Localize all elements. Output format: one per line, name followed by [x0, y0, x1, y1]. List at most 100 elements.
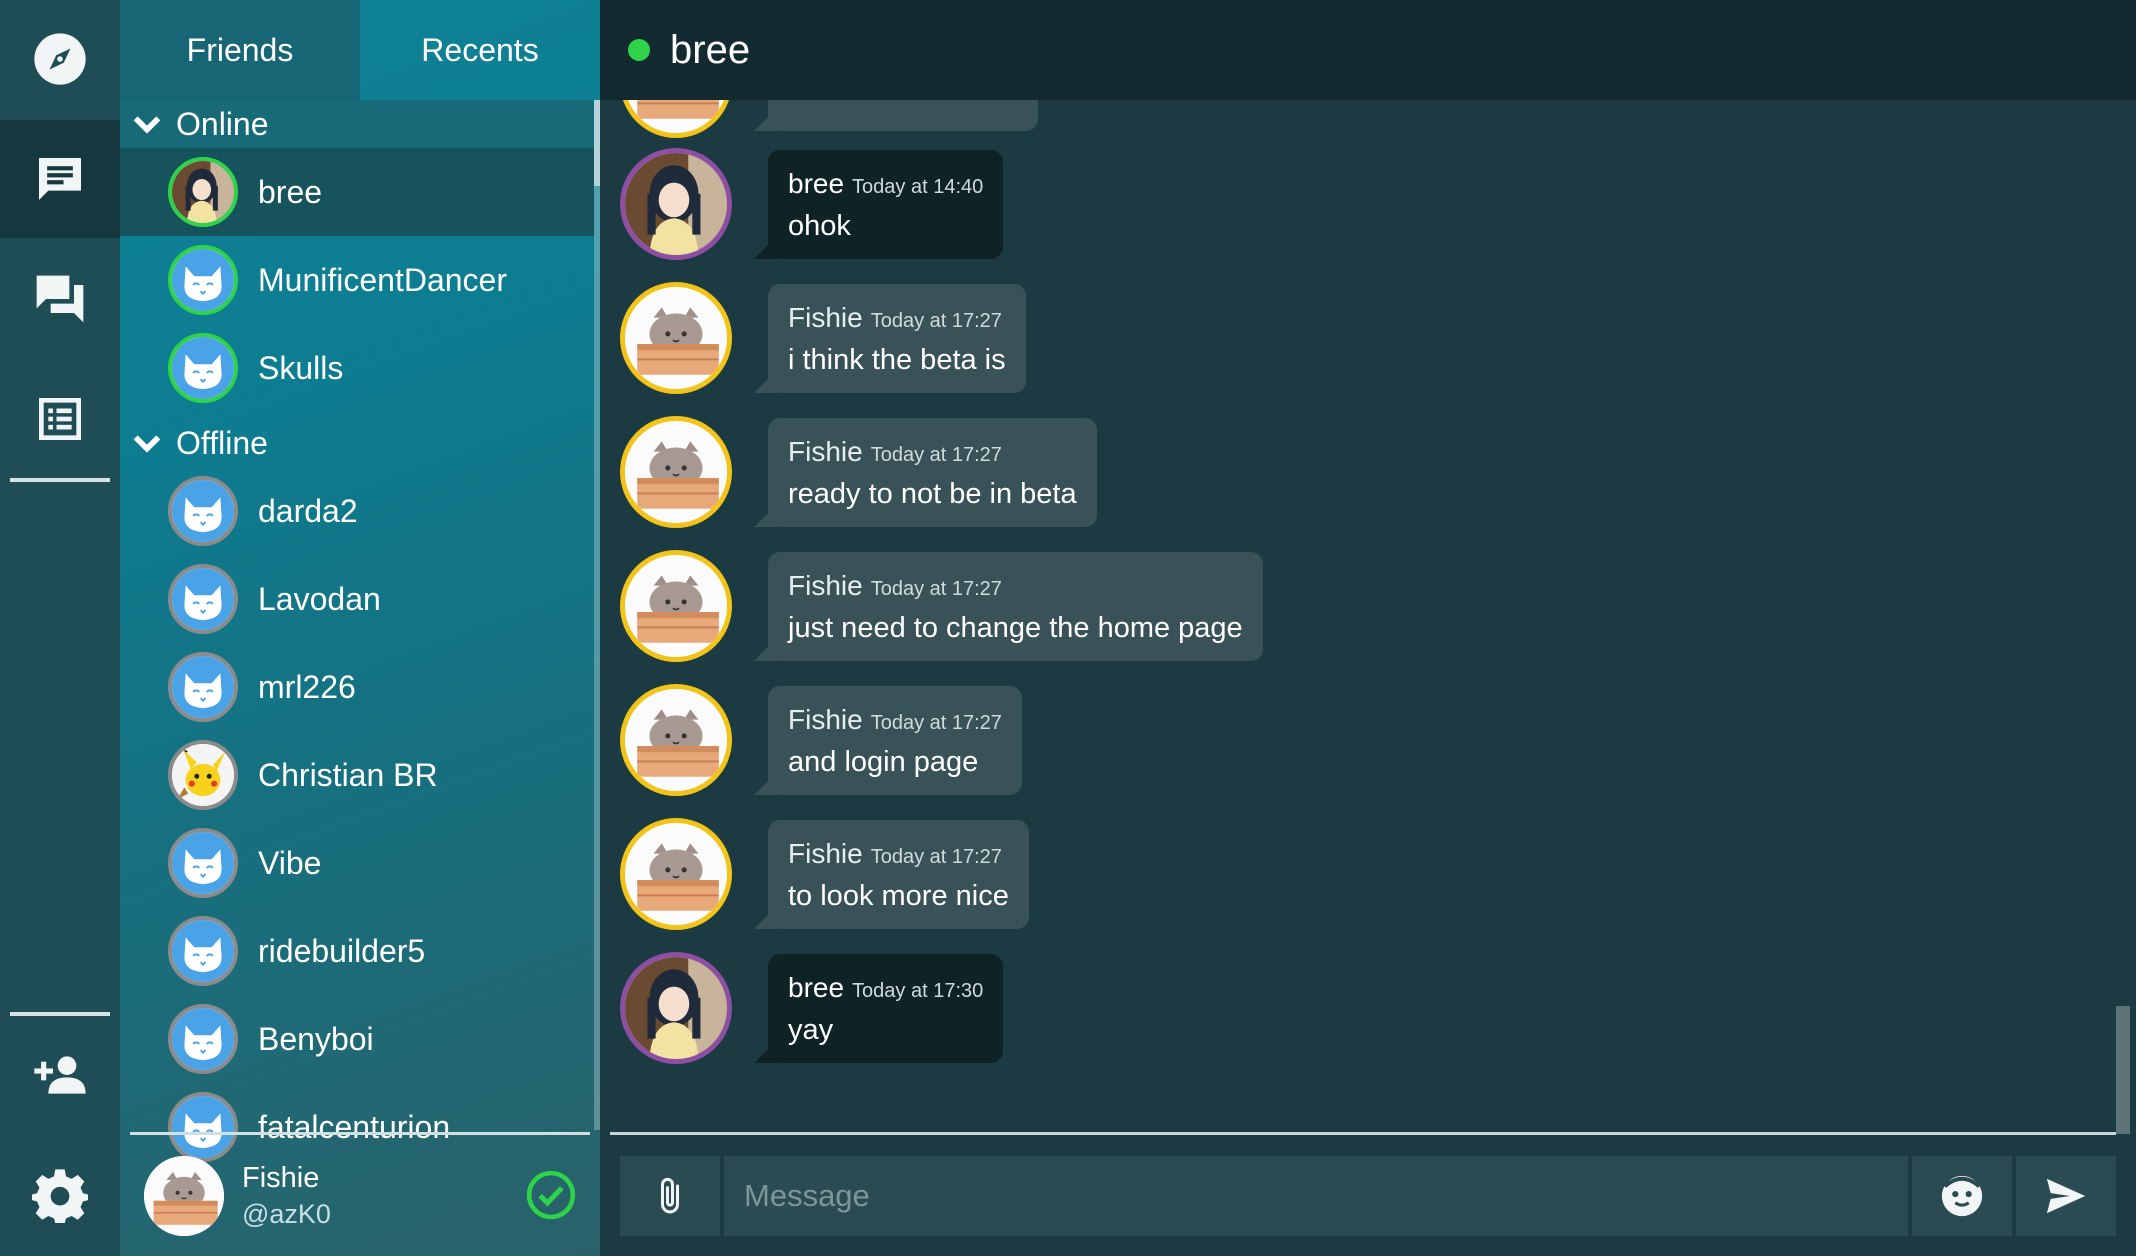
message-timestamp: Today at 17:27: [870, 845, 1002, 868]
avatar: [620, 148, 732, 260]
paperclip-icon: [661, 1177, 679, 1214]
compass-icon: [34, 33, 86, 85]
current-user-name: Fishie: [242, 1162, 320, 1194]
message-bubble: bree Today at 17:30 yay: [753, 953, 1004, 1063]
gear-icon: [32, 1169, 88, 1223]
send-button[interactable]: [2016, 1156, 2116, 1236]
avatar: [620, 282, 732, 394]
avatar: [620, 550, 732, 662]
friend-name: Christian BR: [258, 756, 438, 793]
message-author: bree: [788, 167, 845, 199]
message-timestamp: Today at 17:27: [870, 577, 1002, 600]
avatar: [620, 100, 732, 138]
offline-section-header[interactable]: Offline: [120, 419, 594, 467]
online-section-label: Online: [176, 105, 269, 142]
avatar: [168, 157, 238, 227]
avatar: [168, 828, 238, 898]
chat-app: Friends Recents Online bree MunificentDa…: [0, 0, 2136, 1256]
message-timestamp: Today at 14:40: [852, 175, 984, 198]
message-timestamp: Today at 17:27: [870, 309, 1002, 332]
friend-name: darda2: [258, 492, 358, 529]
message-text: ready to not be in beta: [788, 477, 1077, 510]
chat-scrollbar[interactable]: [2116, 100, 2136, 1134]
message: bree Today at 17:30 yay: [620, 952, 1004, 1064]
friend-item-ridebuilder5[interactable]: ridebuilder5: [120, 907, 594, 995]
chat-title: bree: [670, 27, 751, 72]
add-friend-button[interactable]: [0, 1016, 120, 1134]
friend-name: mrl226: [258, 668, 356, 705]
chat-header: bree: [600, 0, 2136, 100]
friend-name: Benyboi: [258, 1020, 374, 1057]
friend-name: MunificentDancer: [258, 261, 507, 298]
message: Fishie Today at 17:27 i think the beta is: [620, 282, 1026, 394]
composer-divider: [610, 1132, 2116, 1135]
emoji-button[interactable]: [1912, 1156, 2012, 1236]
explore-button[interactable]: [0, 0, 120, 118]
message-bubble: bree Today at 14:40 ohok: [753, 149, 1004, 259]
avatar: [620, 952, 732, 1064]
message: Fishie Today at 17:27 ready to not be in …: [620, 416, 1097, 528]
offline-section-label: Offline: [176, 424, 268, 461]
panel-divider: [130, 1132, 590, 1135]
friend-item-munificentdancer[interactable]: MunificentDancer: [120, 236, 594, 324]
message-text: yay: [788, 1013, 834, 1046]
nav-rail: [0, 0, 120, 1256]
current-user[interactable]: Fishie @azK0: [120, 1136, 600, 1256]
avatar: [168, 652, 238, 722]
message-author: Fishie: [788, 837, 863, 869]
friend-item-mrl226[interactable]: mrl226: [120, 643, 594, 731]
add-friend-icon: [34, 1056, 86, 1094]
current-user-handle: @azK0: [242, 1199, 331, 1229]
avatar: [168, 916, 238, 986]
attach-button[interactable]: [620, 1156, 720, 1236]
message-timestamp: Today at 17:30: [852, 979, 984, 1002]
friend-item-bree[interactable]: bree: [120, 148, 594, 236]
tab-recents[interactable]: Recents: [360, 0, 600, 100]
avatar: [168, 1004, 238, 1074]
servers-button[interactable]: [0, 240, 120, 358]
direct-messages-button[interactable]: [0, 120, 120, 238]
message: Fishie Today at 17:27 to look more nice: [620, 818, 1029, 930]
message-list: bree Today at 14:40 ohok Fishie Today at 1…: [600, 100, 2116, 1134]
feed-button[interactable]: [0, 360, 120, 478]
message-bubble: Fishie Today at 17:27 to look more nice: [754, 819, 1029, 929]
avatar: [168, 333, 238, 403]
panel-tabs: Friends Recents: [120, 0, 600, 100]
list-icon: [39, 398, 81, 440]
online-section-header[interactable]: Online: [120, 100, 594, 148]
message-author: Fishie: [788, 703, 863, 735]
settings-button[interactable]: [0, 1136, 120, 1254]
friend-name: Vibe: [258, 844, 322, 881]
message-text: i think the beta is: [788, 343, 1006, 376]
message: bree Today at 14:40 ohok: [620, 148, 1004, 260]
friend-item-skulls[interactable]: Skulls: [120, 324, 594, 412]
friend-name: Lavodan: [258, 580, 381, 617]
message-bubble: [754, 100, 1038, 131]
chat-scrollbar-thumb[interactable]: [2116, 1006, 2130, 1134]
friend-name: Skulls: [258, 349, 344, 386]
friend-item-benyboi[interactable]: Benyboi: [120, 995, 594, 1083]
friend-name: bree: [258, 173, 323, 210]
chevron-down-icon: [133, 116, 161, 134]
tab-friends[interactable]: Friends: [120, 0, 360, 100]
message-timestamp: Today at 17:27: [870, 711, 1002, 734]
send-icon: [2046, 1178, 2086, 1214]
message-input[interactable]: [724, 1156, 1908, 1236]
chat-bubble-icon: [39, 158, 81, 200]
message: Fishie Today at 17:27 just need to change…: [620, 550, 1263, 662]
friend-item-darda2[interactable]: darda2: [120, 467, 594, 555]
friend-item-lavodan[interactable]: Lavodan: [120, 555, 594, 643]
status-online-icon[interactable]: [526, 1170, 576, 1220]
message-text: ohok: [788, 209, 851, 242]
avatar: [168, 564, 238, 634]
message-bubble: Fishie Today at 17:27 and login page: [754, 685, 1022, 795]
online-status-dot: [628, 39, 650, 61]
rail-divider: [10, 478, 110, 482]
avatar: [620, 684, 732, 796]
message-text: to look more nice: [788, 879, 1009, 912]
friend-item-christian-br[interactable]: Christian BR: [120, 731, 594, 819]
message-author: Fishie: [788, 569, 863, 601]
friend-item-vibe[interactable]: Vibe: [120, 819, 594, 907]
friend-name: ridebuilder5: [258, 932, 426, 969]
chevron-down-icon: [133, 435, 161, 453]
